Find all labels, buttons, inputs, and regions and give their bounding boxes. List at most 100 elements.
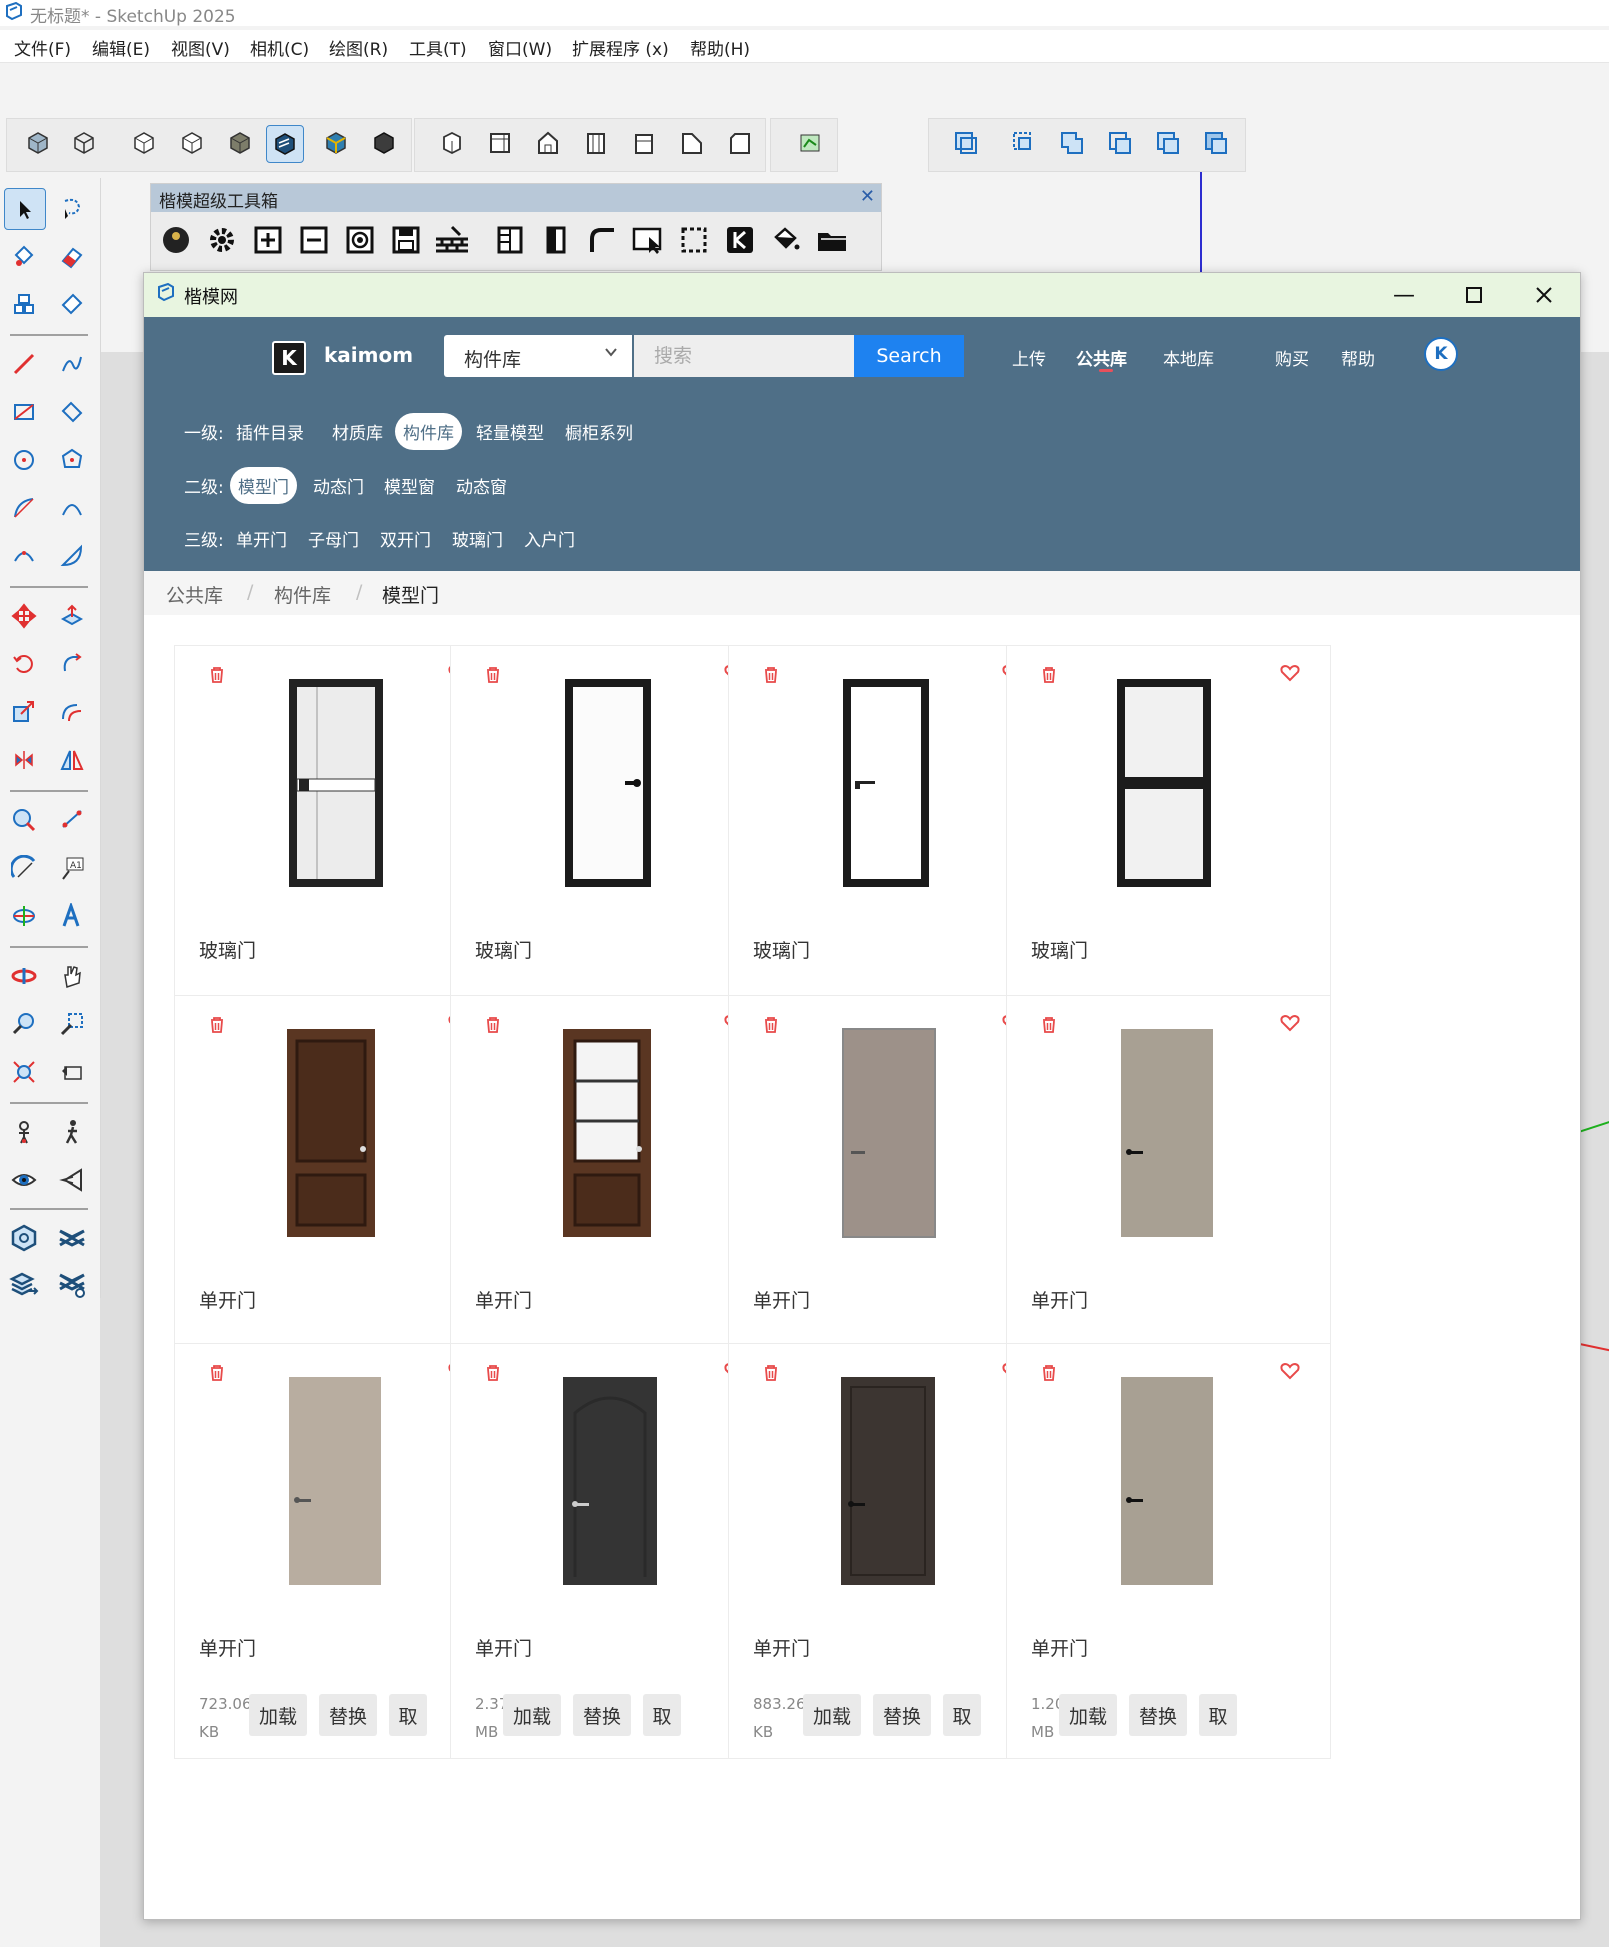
split-icon[interactable] — [1198, 125, 1234, 161]
intersect-icon[interactable] — [1006, 125, 1042, 161]
kaimo-logo-icon[interactable] — [157, 220, 195, 260]
mono-dark-icon[interactable] — [366, 125, 402, 161]
walk-icon[interactable] — [52, 1112, 92, 1152]
mirror-tool-icon[interactable] — [52, 740, 92, 780]
door-thumbnail[interactable] — [551, 1004, 673, 1262]
kaimo-k-icon[interactable] — [721, 220, 759, 260]
eraser-icon[interactable] — [52, 236, 92, 276]
kaimo-brand[interactable]: kaimom — [324, 343, 413, 367]
level3-item[interactable]: 单开门 — [228, 520, 295, 557]
take-button[interactable]: 取 — [643, 1694, 681, 1736]
level1-item[interactable]: 轻量模型 — [468, 413, 552, 450]
nav-local-library[interactable]: 本地库 — [1163, 345, 1214, 370]
level1-item[interactable]: 材质库 — [324, 413, 391, 450]
subtract-icon[interactable] — [1102, 125, 1138, 161]
nav-upload[interactable]: 上传 — [1012, 345, 1046, 370]
trash-icon[interactable] — [1041, 1016, 1057, 1039]
level3-item[interactable]: 子母门 — [300, 520, 367, 557]
extension-warehouse-icon[interactable] — [52, 1218, 92, 1258]
search-button[interactable]: Search — [854, 335, 964, 377]
section-plane-icon[interactable] — [52, 1160, 92, 1200]
menu-window[interactable]: 窗口(W) — [488, 35, 552, 60]
zoom-icon[interactable] — [4, 1004, 44, 1044]
door-thumbnail[interactable] — [1107, 1352, 1229, 1610]
select-window-icon[interactable] — [629, 220, 667, 260]
scale-tool-icon[interactable] — [4, 692, 44, 732]
warehouse-icon[interactable] — [4, 1218, 44, 1258]
pan-icon[interactable] — [52, 956, 92, 996]
trash-icon[interactable] — [209, 666, 225, 689]
kaimo-logo[interactable]: K — [272, 341, 306, 375]
add-location-icon[interactable] — [792, 125, 828, 161]
model-card[interactable]: 单开门 2.37 MB 加载 替换取 — [450, 1343, 775, 1759]
level2-item-selected[interactable]: 模型门 — [230, 467, 297, 504]
dimension-icon[interactable] — [52, 800, 92, 840]
line-tool-icon[interactable] — [4, 344, 44, 384]
text-tool-icon[interactable]: A1 — [52, 848, 92, 888]
previous-view-icon[interactable] — [52, 1052, 92, 1092]
zoom-window-icon[interactable] — [52, 1004, 92, 1044]
door-icon[interactable] — [537, 220, 575, 260]
load-button[interactable]: 加载 — [503, 1694, 561, 1736]
menu-camera[interactable]: 相机(C) — [250, 35, 309, 60]
add-box-icon[interactable] — [249, 220, 287, 260]
level3-item[interactable]: 玻璃门 — [444, 520, 511, 557]
three-point-arc-icon[interactable] — [4, 536, 44, 576]
model-card[interactable]: 单开门 883.26 KB 加载 替换取 — [728, 1343, 1053, 1759]
level2-item[interactable]: 动态门 — [305, 467, 372, 504]
heart-icon[interactable] — [1280, 1014, 1300, 1037]
shaded-icon[interactable] — [222, 125, 258, 161]
front-view-icon[interactable] — [530, 125, 566, 161]
hidden-line-icon[interactable] — [126, 125, 162, 161]
user-avatar[interactable]: K — [1424, 337, 1458, 371]
kaimo-titlebar[interactable]: 楷模网 — — [144, 273, 1580, 317]
top-view-icon[interactable] — [482, 125, 518, 161]
target-box-icon[interactable] — [341, 220, 379, 260]
corner-arc-icon[interactable] — [583, 220, 621, 260]
replace-button[interactable]: 替换 — [873, 1694, 931, 1736]
level2-item[interactable]: 模型窗 — [376, 467, 443, 504]
arc-tool-icon[interactable] — [4, 488, 44, 528]
tape-measure-icon[interactable] — [4, 800, 44, 840]
move-tool-icon[interactable] — [4, 596, 44, 636]
door-thumbnail[interactable] — [1107, 654, 1229, 912]
door-thumbnail[interactable] — [275, 654, 397, 912]
toolbox-header[interactable]: 楷模超级工具箱 ✕ — [151, 184, 881, 212]
model-card[interactable]: 单开门1.20MB加载替换取 — [1006, 1343, 1331, 1759]
search-input[interactable] — [634, 335, 854, 377]
union-icon[interactable] — [1054, 125, 1090, 161]
level1-item[interactable]: 橱柜系列 — [557, 413, 641, 450]
level1-item[interactable]: 插件目录 — [228, 413, 312, 450]
menu-help[interactable]: 帮助(H) — [690, 35, 750, 60]
trash-icon[interactable] — [763, 1364, 779, 1387]
orbit-icon[interactable] — [4, 956, 44, 996]
menu-draw[interactable]: 绘图(R) — [329, 35, 388, 60]
select-tool-icon[interactable] — [4, 188, 46, 230]
folder-icon[interactable] — [813, 220, 851, 260]
wireframe-icon[interactable] — [66, 125, 102, 161]
xray-icon[interactable] — [20, 125, 56, 161]
close-button[interactable] — [1524, 279, 1564, 311]
zoom-extents-icon[interactable] — [4, 1052, 44, 1092]
look-around-icon[interactable] — [4, 1160, 44, 1200]
take-button[interactable]: 取 — [389, 1694, 427, 1736]
right-view-icon[interactable] — [578, 125, 614, 161]
two-point-arc-icon[interactable] — [52, 488, 92, 528]
nav-buy[interactable]: 购买 — [1275, 345, 1309, 370]
pie-tool-icon[interactable] — [52, 536, 92, 576]
replace-button[interactable]: 替换 — [319, 1694, 377, 1736]
replace-button[interactable]: 替换 — [1129, 1694, 1187, 1736]
hidden-line-2-icon[interactable] — [174, 125, 210, 161]
level3-item[interactable]: 双开门 — [372, 520, 439, 557]
maximize-button[interactable] — [1454, 279, 1494, 311]
bottom-view-icon[interactable] — [722, 125, 758, 161]
rotate-tool-icon[interactable] — [4, 644, 44, 684]
category-select[interactable]: 构件库 — [444, 335, 632, 377]
nav-public-library[interactable]: 公共库 — [1076, 345, 1127, 370]
trash-icon[interactable] — [485, 1016, 501, 1039]
dashed-select-icon[interactable] — [675, 220, 713, 260]
shaded-textures-icon[interactable] — [266, 125, 304, 163]
menu-extensions[interactable]: 扩展程序 (x) — [572, 35, 669, 60]
menu-view[interactable]: 视图(V) — [171, 35, 230, 60]
component-icon[interactable] — [4, 284, 44, 324]
